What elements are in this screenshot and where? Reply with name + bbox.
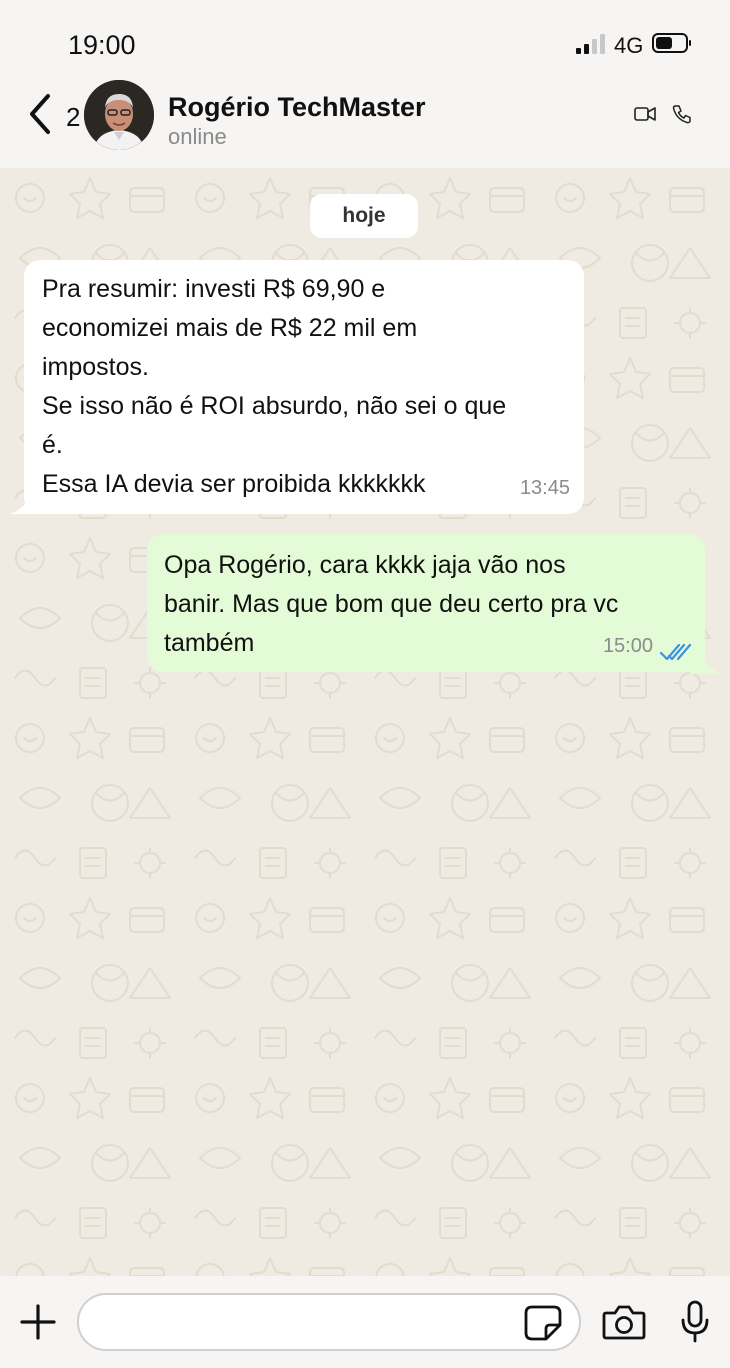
double-check-icon bbox=[659, 643, 692, 661]
signal-icon bbox=[576, 34, 608, 54]
chevron-left-icon bbox=[30, 94, 50, 134]
outgoing-message[interactable]: Opa Rogério, cara kkkk jaja vão nos bani… bbox=[147, 534, 705, 672]
message-line: é. bbox=[42, 431, 63, 459]
video-call-icon[interactable] bbox=[634, 106, 656, 122]
composer-bar bbox=[0, 1276, 730, 1368]
chat-header: 2 Rogério TechMaster online bbox=[0, 80, 730, 168]
sticker-icon[interactable] bbox=[524, 1305, 562, 1341]
message-line: economizei mais de R$ 22 mil em bbox=[42, 314, 418, 342]
message-line: Pra resumir: investi R$ 69,90 e bbox=[42, 275, 386, 303]
contact-name[interactable]: Rogério TechMaster bbox=[168, 92, 426, 123]
message-line: Essa IA devia ser proibida kkkkkkk bbox=[42, 470, 426, 498]
avatar-image bbox=[84, 80, 154, 150]
message-line: também bbox=[164, 629, 255, 657]
message-line: impostos. bbox=[42, 353, 149, 381]
message-time: 13:45 bbox=[519, 477, 570, 499]
network-label: 4G bbox=[614, 33, 644, 58]
message-text: Pra resumir: investi R$ 69,90 e economiz… bbox=[42, 270, 506, 504]
phone-call-icon[interactable] bbox=[672, 104, 692, 124]
microphone-icon[interactable] bbox=[680, 1300, 710, 1344]
message-text: Opa Rogério, cara kkkk jaja vão nos bani… bbox=[164, 546, 618, 663]
status-time: 19:00 bbox=[68, 30, 136, 60]
incoming-message[interactable]: Pra resumir: investi R$ 69,90 e economiz… bbox=[24, 260, 584, 514]
camera-icon[interactable] bbox=[602, 1304, 646, 1340]
battery-icon bbox=[652, 33, 691, 53]
contact-status: online bbox=[168, 124, 227, 149]
message-line: banir. Mas que bom que deu certo pra vc bbox=[164, 590, 619, 618]
date-chip: hoje bbox=[310, 194, 418, 238]
unread-count: 2 bbox=[66, 102, 81, 132]
chat-area[interactable]: hoje Pra resumir: investi R$ 69,90 e eco… bbox=[0, 168, 730, 1276]
message-time: 15:00 bbox=[602, 635, 653, 657]
plus-icon[interactable] bbox=[18, 1302, 58, 1342]
message-input[interactable] bbox=[77, 1293, 581, 1351]
status-bar: 19:00 4G bbox=[0, 0, 730, 80]
message-line: Opa Rogério, cara kkkk jaja vão nos bbox=[164, 551, 566, 579]
message-line: Se isso não é ROI absurdo, não sei o que bbox=[42, 392, 507, 420]
avatar[interactable] bbox=[84, 80, 154, 150]
